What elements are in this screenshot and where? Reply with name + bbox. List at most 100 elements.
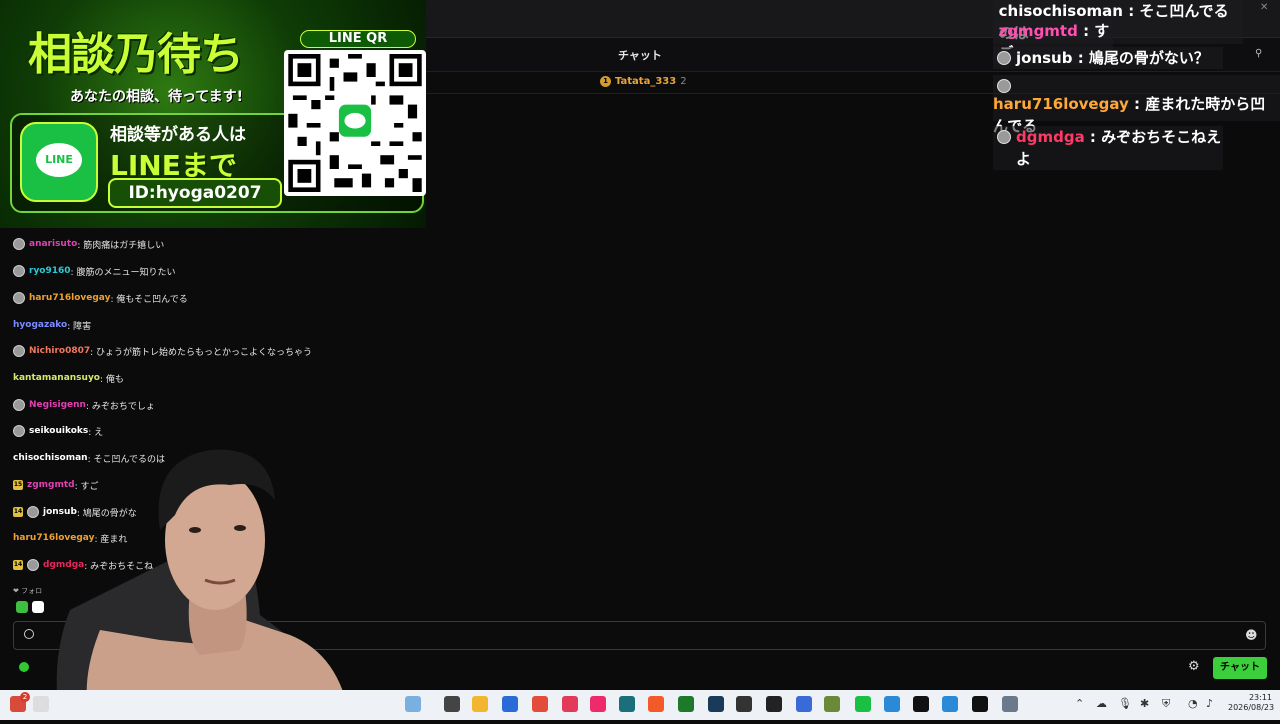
chat-message-text: : 腹筋のメニュー知りたい <box>70 267 176 278</box>
qr-code <box>284 50 426 196</box>
overlay-chat-message: haru716lovegay : 産まれた時から凹んでる <box>993 75 1280 135</box>
avatar <box>13 238 25 250</box>
chat-message: 15 zgmgmtd: すご <box>13 475 99 495</box>
microphone-icon[interactable]: 🎙 <box>1118 697 1132 710</box>
chat-send-button[interactable]: チャット <box>1213 657 1267 679</box>
chat-message-text: : 障害 <box>67 321 92 332</box>
chat-username[interactable]: dgmdga <box>43 560 84 570</box>
chat-title: チャット <box>618 49 662 62</box>
banner-line-id: ID:hyoga0207 <box>108 178 282 208</box>
windows-taskbar <box>0 690 1280 720</box>
subscriber-badge-icon: 15 <box>13 480 23 490</box>
overlay-username: haru716lovegay <box>993 95 1129 113</box>
overlay-username: jonsub <box>1016 49 1073 67</box>
avatar <box>997 79 1011 93</box>
followers-label: ❤ フォロ <box>13 587 43 595</box>
ranking-username: Tatata_333 <box>615 76 677 87</box>
taskbar-clock[interactable]: 23:11 2026/08/23 <box>1228 693 1275 713</box>
store-icon[interactable] <box>884 696 900 712</box>
chat-message: seikouikoks: え <box>13 421 103 441</box>
chat-username[interactable]: Nichiro0807 <box>29 346 90 356</box>
chat-message-text: : みぞおちそこね <box>84 561 154 572</box>
emoji-icon[interactable]: ☻ <box>1245 628 1258 642</box>
emote-icon[interactable] <box>16 601 28 613</box>
minecraft-icon[interactable] <box>824 696 840 712</box>
chat-username[interactable]: haru716lovegay <box>13 533 94 543</box>
overlay-username: dgmdga <box>1016 128 1085 146</box>
subscriber-badge-icon: 14 <box>13 507 23 517</box>
tiktok-icon[interactable] <box>590 696 606 712</box>
pin-icon[interactable]: ⚲ <box>1255 48 1262 59</box>
overlay-chat-message: dgmdga : みぞおちそこねえよ <box>993 126 1223 170</box>
chrome-icon[interactable] <box>532 696 548 712</box>
brave-icon[interactable] <box>648 696 664 712</box>
paint-icon[interactable] <box>942 696 958 712</box>
folder-icon[interactable] <box>472 696 488 712</box>
chat-username[interactable]: kantamanansuyo <box>13 373 100 383</box>
overlay-username: chisochisoman <box>998 2 1123 20</box>
shield-icon <box>24 629 34 639</box>
line-icon[interactable] <box>855 696 871 712</box>
qr-code-icon <box>288 54 422 192</box>
chat-username[interactable]: anarisuto <box>29 239 77 249</box>
chat-message-text: : え <box>88 427 104 438</box>
ranking-count: 2 <box>680 76 687 87</box>
landscape-icon[interactable] <box>405 696 421 712</box>
star-icon[interactable] <box>796 696 812 712</box>
chat-message-text: : ひょうが筋トレ始めたらもっとかっこよくなっちゃう <box>90 347 313 358</box>
chat-username[interactable]: jonsub <box>43 507 77 517</box>
bluetooth-icon[interactable]: ✱ <box>1140 697 1149 710</box>
terminal-icon[interactable] <box>678 696 694 712</box>
chat-message: chisochisoman: そこ凹んでるのは <box>13 448 165 468</box>
chat-message-text: : すご <box>74 481 99 492</box>
avatar <box>997 51 1011 65</box>
steam-icon[interactable] <box>708 696 724 712</box>
shield-icon[interactable]: ⛨ <box>1162 697 1170 711</box>
banner-subtitle: あなたの相談、待ってます! <box>70 89 243 105</box>
avatar <box>27 506 39 518</box>
clock-date: 2026/08/23 <box>1228 703 1275 712</box>
chat-username[interactable]: ryo9160 <box>29 266 71 276</box>
banner-title: 相談乃待ち <box>28 29 244 80</box>
chat-username[interactable]: hyogazako <box>13 320 67 330</box>
overlay-message-text: : 鳩尾の骨がない？ <box>1072 49 1209 67</box>
avatar <box>13 399 25 411</box>
chat-message: haru716lovegay: 俺もそこ凹んでる <box>13 288 188 308</box>
chat-username[interactable]: haru716lovegay <box>29 293 110 303</box>
rank-badge: 1 <box>600 76 611 87</box>
chat-username[interactable]: seikouikoks <box>29 426 88 436</box>
settings-icon[interactable] <box>1002 696 1018 712</box>
ranking-item[interactable]: 1 Tatata_333 2 <box>600 76 687 87</box>
close-icon[interactable]: ✕ <box>1260 2 1268 13</box>
black-app-icon[interactable] <box>972 696 988 712</box>
volume-icon[interactable]: ♪ <box>1206 697 1213 710</box>
status-icon <box>19 662 29 672</box>
chat-username[interactable]: Negisigenn <box>29 400 86 410</box>
wifi-icon[interactable]: ◔ <box>1188 697 1198 710</box>
line-consult-banner: 相談乃待ち あなたの相談、待ってます! LINE 相談等がある人は LINEまで… <box>0 0 426 228</box>
davinci-icon[interactable] <box>736 696 752 712</box>
chevron-up-icon[interactable]: ⌃ <box>1075 697 1084 710</box>
avatar <box>13 425 25 437</box>
gear-icon[interactable]: ⚙ <box>1188 659 1200 674</box>
task-view-icon[interactable] <box>444 696 460 712</box>
chat-message: anarisuto: 筋肉痛はガチ嬉しい <box>13 234 164 254</box>
cloud-icon[interactable]: ☁ <box>1096 697 1107 710</box>
chat-username[interactable]: chisochisoman <box>13 453 88 463</box>
todo-icon[interactable] <box>562 696 578 712</box>
obs-icon[interactable] <box>766 696 782 712</box>
chat-message: kantamanansuyo: 俺も <box>13 368 124 388</box>
line-logo-text: LINE <box>45 153 73 166</box>
avatar <box>997 130 1011 144</box>
qr-label: LINE QR <box>300 30 416 48</box>
unreal-icon[interactable] <box>913 696 929 712</box>
chat-message: haru716lovegay: 産まれ <box>13 528 127 548</box>
search-icon[interactable] <box>33 696 49 712</box>
overlay-chat-message: jonsub : 鳩尾の骨がない？ <box>993 47 1223 69</box>
chat-message: Negisigenn: みぞおちでしょ <box>13 395 155 415</box>
blue-app-icon[interactable] <box>502 696 518 712</box>
chat-username[interactable]: zgmgmtd <box>27 480 75 490</box>
chat-message: 14 dgmdga: みぞおちそこね <box>13 555 153 575</box>
monitor-icon[interactable] <box>619 696 635 712</box>
overlay-message-body: jonsub : 鳩尾の骨がない？ <box>1016 47 1209 69</box>
